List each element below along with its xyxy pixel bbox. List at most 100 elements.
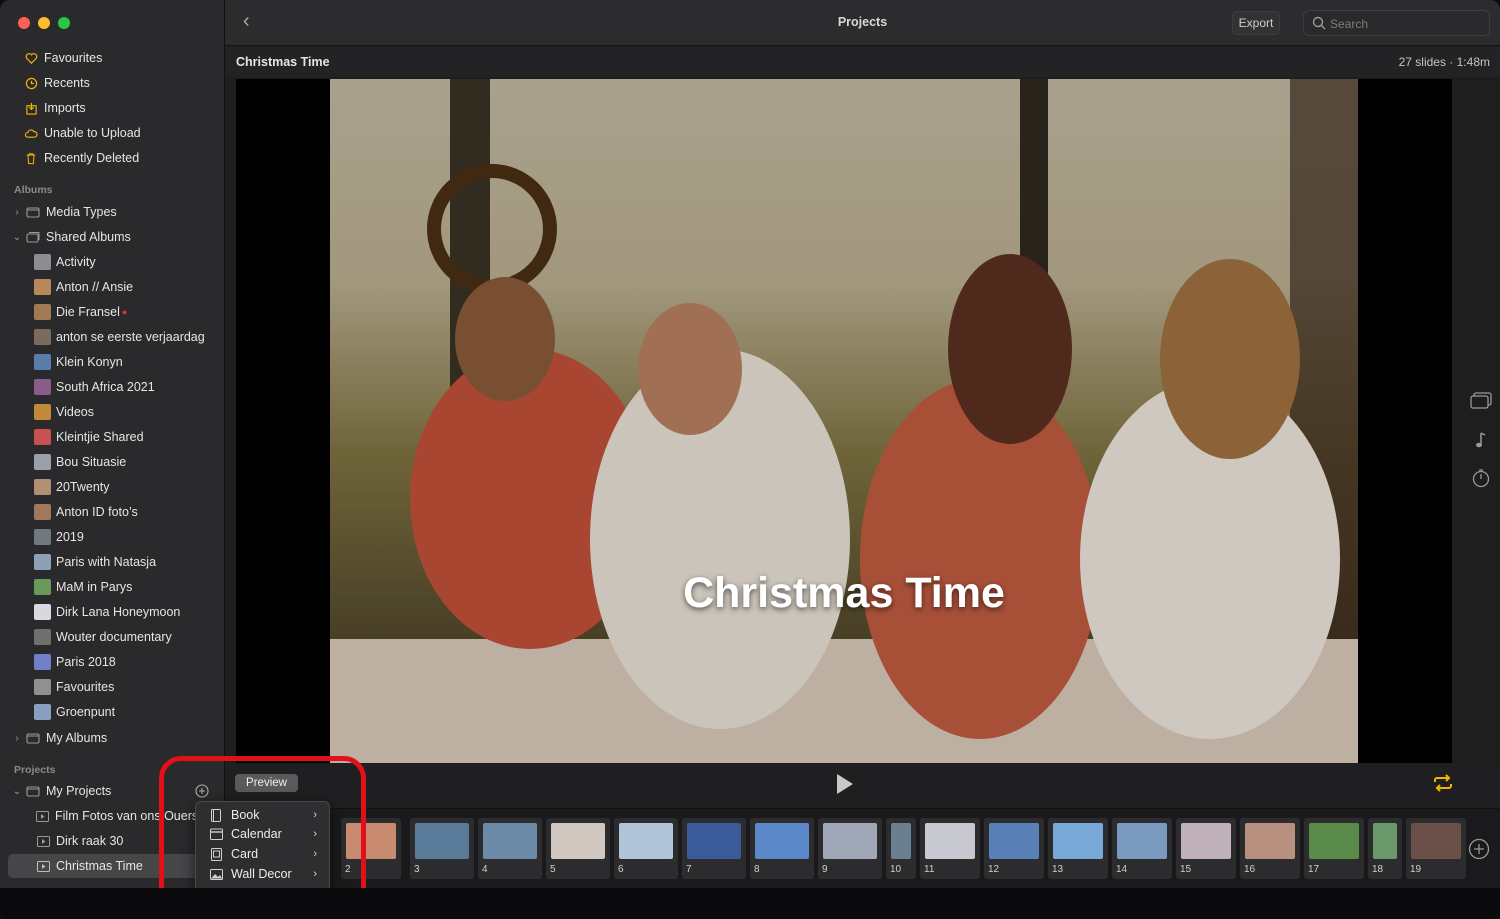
preview-button[interactable]: Preview: [235, 774, 298, 792]
sidebar-item-label: anton se eerste verjaardag: [56, 330, 205, 344]
slide-thumbnail[interactable]: 5: [546, 818, 610, 879]
sidebar-item-label: Shared Albums: [46, 230, 131, 244]
add-slide-button[interactable]: [1468, 838, 1490, 863]
sidebar-item-unable-to-upload[interactable]: Unable to Upload: [0, 121, 225, 145]
music-button[interactable]: [1468, 429, 1494, 453]
slide-thumbnail[interactable]: 10: [886, 818, 916, 879]
sidebar-item-recents[interactable]: Recents: [0, 71, 225, 95]
slide-thumbnail[interactable]: 17: [1304, 818, 1364, 879]
slide-number: 4: [482, 864, 488, 875]
slide-number: 8: [754, 864, 760, 875]
menu-item-label: Calendar: [231, 827, 282, 841]
menu-item-book[interactable]: Book ›: [196, 805, 329, 825]
card-icon: [209, 847, 223, 861]
add-project-button[interactable]: [195, 784, 209, 801]
slide-canvas[interactable]: Christmas Time: [236, 79, 1452, 763]
sidebar-item-imports[interactable]: Imports: [0, 96, 225, 120]
sidebar-item-project[interactable]: Dirk raak 30: [0, 829, 225, 853]
sidebar-item-shared-album[interactable]: Wouter documentary: [0, 625, 225, 649]
sidebar-item-shared-album[interactable]: Videos: [0, 400, 225, 424]
slide-thumbnail[interactable]: 15: [1176, 818, 1236, 879]
minimize-window-button[interactable]: [38, 17, 50, 29]
chevron-down-icon[interactable]: ⌄: [12, 786, 22, 797]
sidebar-item-shared-album[interactable]: Klein Konyn: [0, 350, 225, 374]
sidebar-item-recently-deleted[interactable]: Recently Deleted: [0, 146, 225, 170]
sidebar-item-shared-album[interactable]: Anton ID foto’s: [0, 500, 225, 524]
chevron-right-icon[interactable]: ›: [12, 733, 22, 744]
slide-thumbnail[interactable]: 11: [920, 818, 980, 879]
slide-thumbnail[interactable]: 14: [1112, 818, 1172, 879]
slide-image: [823, 823, 877, 859]
slide-thumbnail[interactable]: 16: [1240, 818, 1300, 879]
sidebar-item-project-selected[interactable]: Christmas Time: [8, 854, 218, 878]
menu-item-card[interactable]: Card ›: [196, 844, 329, 864]
slide-image: [551, 823, 605, 859]
album-thumbnail: [34, 479, 51, 495]
slide-thumbnail[interactable]: 13: [1048, 818, 1108, 879]
sidebar-item-shared-album[interactable]: Groenpunt: [0, 700, 225, 724]
sidebar-item-shared-albums[interactable]: ⌄ Shared Albums: [0, 225, 225, 249]
sidebar-item-label: Groenpunt: [56, 705, 116, 719]
sidebar-item-shared-album[interactable]: MaM in Parys: [0, 575, 225, 599]
sidebar-item-shared-album[interactable]: 2019: [0, 525, 225, 549]
sidebar-item-shared-album[interactable]: Anton // Ansie: [0, 275, 225, 299]
sidebar-item-my-projects[interactable]: ⌄ My Projects: [0, 779, 225, 803]
theme-button[interactable]: [1468, 390, 1494, 414]
search-input[interactable]: [1330, 14, 1480, 34]
sidebar-item-media-types[interactable]: › Media Types: [0, 200, 225, 224]
slide-thumbnail[interactable]: 19: [1406, 818, 1466, 879]
sidebar-item-shared-album[interactable]: 20Twenty: [0, 475, 225, 499]
sidebar-item-shared-album[interactable]: Dirk Lana Honeymoon: [0, 600, 225, 624]
slide-thumbnail[interactable]: 12: [984, 818, 1044, 879]
slide-image: [1373, 823, 1397, 859]
search-field[interactable]: [1303, 10, 1490, 36]
slide-image: [1245, 823, 1295, 859]
slide-title-text[interactable]: Christmas Time: [330, 569, 1358, 618]
folder-icon: [26, 731, 40, 745]
sidebar-item-shared-album[interactable]: South Africa 2021: [0, 375, 225, 399]
sidebar-item-shared-album[interactable]: anton se eerste verjaardag: [0, 325, 225, 349]
repeat-icon: [1432, 774, 1454, 795]
import-icon: [24, 101, 38, 115]
music-note-icon: [1475, 431, 1487, 452]
album-thumbnail: [34, 554, 51, 570]
chevron-right-icon[interactable]: ›: [12, 207, 22, 218]
slide-thumbnail[interactable]: 3: [410, 818, 474, 879]
sidebar-item-shared-album[interactable]: Paris with Natasja: [0, 550, 225, 574]
export-button[interactable]: Export: [1232, 11, 1280, 35]
sidebar-item-my-albums[interactable]: › My Albums: [0, 726, 225, 750]
zoom-window-button[interactable]: [58, 17, 70, 29]
duration-button[interactable]: [1468, 467, 1494, 491]
loop-button[interactable]: [1432, 774, 1454, 795]
menu-item-wall-decor[interactable]: Wall Decor ›: [196, 864, 329, 884]
sidebar-item-shared-album[interactable]: Bou Situasie: [0, 450, 225, 474]
desktop-background: [0, 888, 1500, 919]
menu-item-calendar[interactable]: Calendar ›: [196, 824, 329, 844]
slide-thumbnail[interactable]: 6: [614, 818, 678, 879]
sidebar-item-project[interactable]: Film Fotos van ons Ouers & Grouda: [0, 804, 225, 828]
play-button[interactable]: [834, 773, 856, 798]
plus-circle-icon: [1468, 838, 1490, 863]
slide-thumbnail[interactable]: 7: [682, 818, 746, 879]
slide-image: [1181, 823, 1231, 859]
slide-image: [687, 823, 741, 859]
close-window-button[interactable]: [18, 17, 30, 29]
slide-image: [1309, 823, 1359, 859]
slide-thumbnail[interactable]: 4: [478, 818, 542, 879]
slide-image: [1411, 823, 1461, 859]
sidebar-item-shared-album[interactable]: Die Fransel ●: [0, 300, 225, 324]
menu-item-label: Book: [231, 808, 260, 822]
albums-header: Albums: [14, 184, 53, 196]
sidebar-item-favourites[interactable]: Favourites: [0, 46, 225, 70]
chevron-down-icon[interactable]: ⌄: [12, 232, 22, 243]
sidebar-item-shared-album[interactable]: Activity: [0, 250, 225, 274]
sidebar-item-shared-album[interactable]: Favourites: [0, 675, 225, 699]
slideshow-icon: [36, 809, 49, 823]
sidebar-item-shared-album[interactable]: Kleintjie Shared: [0, 425, 225, 449]
slide-thumbnail[interactable]: 18: [1368, 818, 1402, 879]
slide-thumbnail[interactable]: 9: [818, 818, 882, 879]
sidebar-item-label: Favourites: [44, 51, 103, 65]
slide-thumbnail[interactable]: 8: [750, 818, 814, 879]
sidebar-item-shared-album[interactable]: Paris 2018: [0, 650, 225, 674]
slide-thumbnail[interactable]: 2: [341, 818, 401, 879]
